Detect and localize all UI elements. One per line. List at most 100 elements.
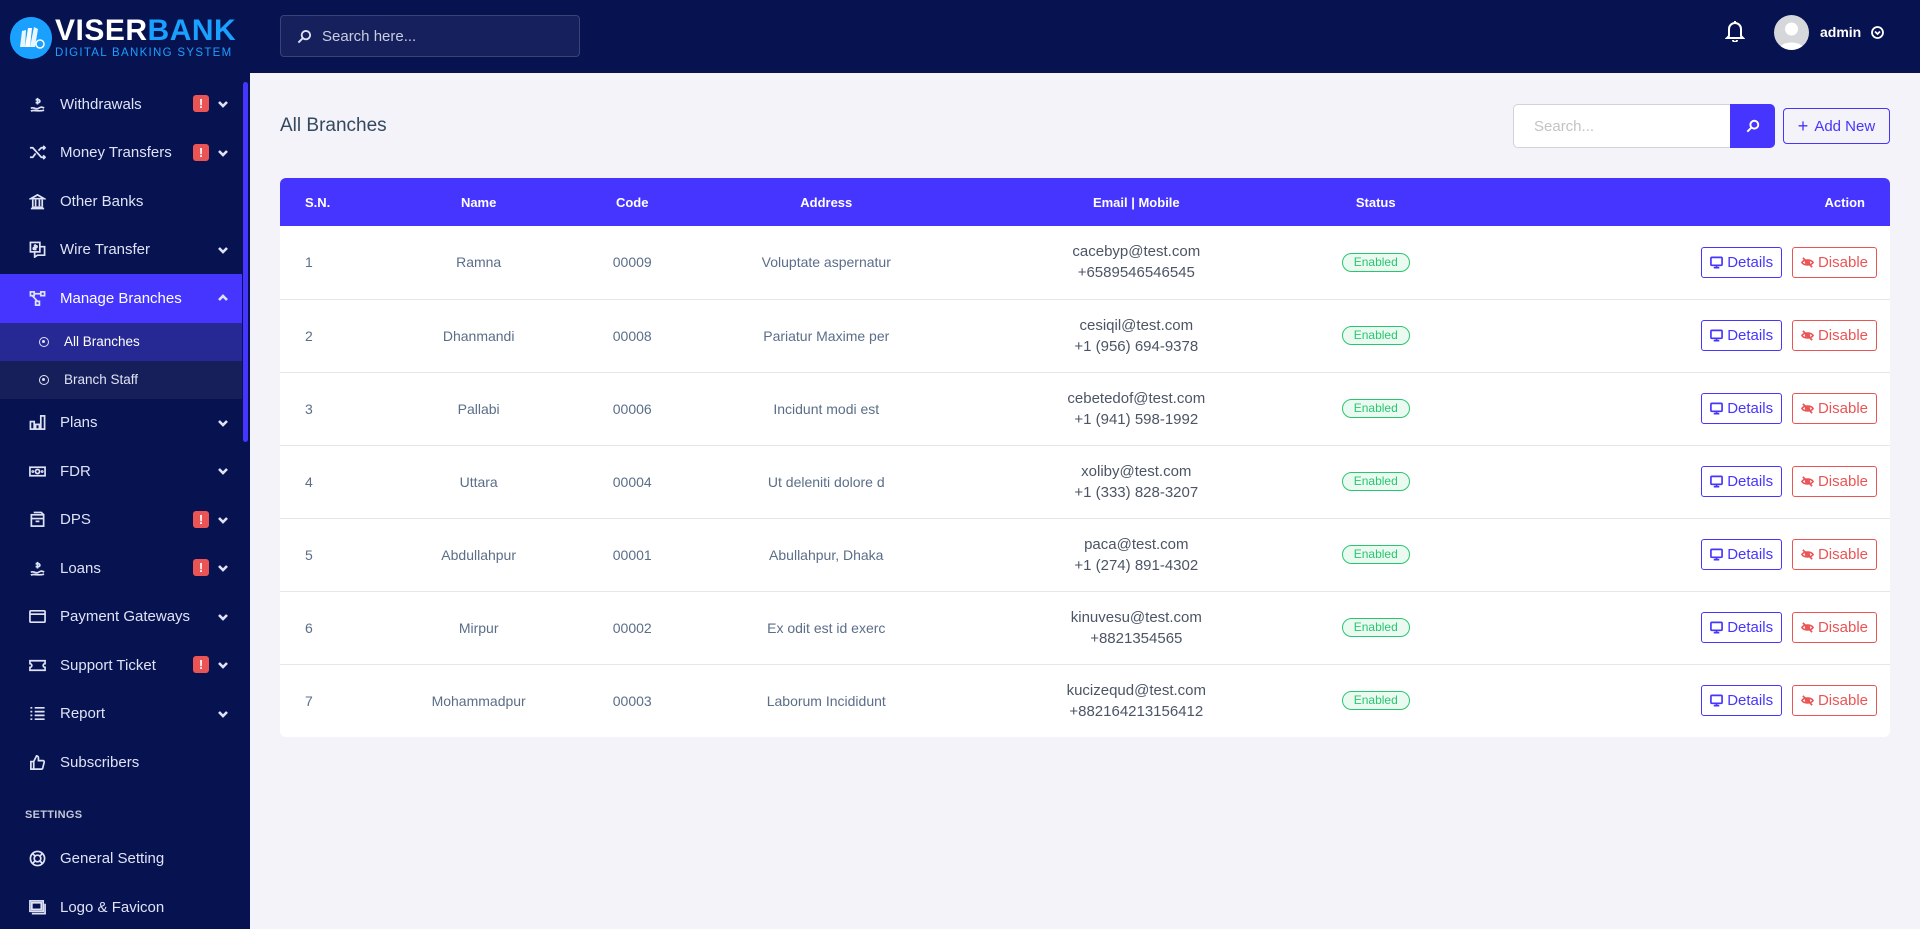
sidebar-subitem-branch-staff[interactable]: Branch Staff: [0, 360, 242, 399]
sidebar-item-label: Withdrawals: [60, 95, 142, 113]
thumbs-up-icon: [28, 753, 46, 771]
cell-mobile: +1 (956) 694-9378: [1074, 337, 1199, 355]
chevron-down-icon: [218, 447, 228, 496]
sidebar-item-payment-gateways[interactable]: Payment Gateways: [0, 593, 242, 642]
details-button[interactable]: Details: [1701, 612, 1783, 643]
chevron-down-icon: [218, 226, 228, 275]
sidebar-item-label: Logo & Favicon: [60, 898, 165, 916]
sidebar-item-plans[interactable]: Plans: [0, 399, 242, 448]
disable-label: Disable: [1817, 327, 1868, 344]
disable-button[interactable]: Disable: [1791, 320, 1877, 351]
status-badge: Enabled: [1341, 472, 1410, 491]
sidebar-item-report[interactable]: Report: [0, 690, 242, 739]
sidebar-item-label: FDR: [60, 462, 91, 480]
chevron-down-icon: [218, 593, 228, 642]
cell-address: Incidunt modi est: [773, 400, 880, 417]
branch-search-input[interactable]: [1534, 117, 1714, 135]
cell-name: Dhanmandi: [442, 327, 515, 344]
cell-sn: 1: [305, 254, 313, 271]
hand-dollar-icon: [28, 95, 46, 113]
bar-chart-icon: [28, 414, 46, 432]
user-avatar[interactable]: [1774, 15, 1809, 50]
details-button[interactable]: Details: [1701, 466, 1783, 497]
details-button[interactable]: Details: [1701, 320, 1783, 351]
desktop-icon: [1710, 621, 1724, 634]
sidebar-subitem-label: Branch Staff: [64, 372, 139, 387]
details-button[interactable]: Details: [1701, 246, 1783, 278]
branch-search[interactable]: [1513, 104, 1731, 148]
cell-mobile: +882164213156412: [1069, 702, 1204, 720]
disable-label: Disable: [1817, 400, 1868, 417]
cell-name: Uttara: [459, 473, 498, 490]
sidebar-item-subscribers[interactable]: Subscribers: [0, 738, 242, 787]
cell-contact: cebetedof@test.com +1 (941) 598-1992: [975, 372, 1297, 445]
alert-badge: !: [193, 656, 209, 673]
details-button[interactable]: Details: [1701, 539, 1783, 570]
details-button[interactable]: Details: [1701, 393, 1783, 424]
sidebar-item-fdr[interactable]: FDR: [0, 447, 242, 496]
details-label: Details: [1727, 253, 1774, 271]
desktop-icon: [1710, 475, 1724, 488]
sidebar-item-general-setting[interactable]: General Setting: [0, 835, 242, 884]
disable-button[interactable]: Disable: [1791, 466, 1877, 497]
sidebar-item-label: Support Ticket: [60, 656, 156, 674]
column-header-email-mobile: Email | Mobile: [1092, 194, 1180, 210]
cell-status: Enabled: [1297, 664, 1454, 737]
cell-address: Pariatur Maxime per: [763, 327, 890, 344]
sidebar-item-manage-branches[interactable]: Manage Branches: [0, 274, 242, 323]
credit-card-icon: [28, 608, 46, 626]
logo-subtitle: DIGITAL BANKING SYSTEM: [55, 46, 233, 59]
sidebar-item-label: Report: [60, 705, 106, 723]
notification-bell-icon[interactable]: [1724, 20, 1746, 44]
sidebar-item-label: Money Transfers: [60, 144, 172, 162]
sidebar-item-label: Subscribers: [60, 753, 140, 771]
sidebar-item-label: Plans: [60, 414, 98, 432]
sidebar-item-label: Payment Gateways: [60, 608, 191, 626]
sidebar-scrollbar[interactable]: [243, 82, 248, 442]
disable-button[interactable]: Disable: [1791, 539, 1877, 570]
search-icon: [1746, 119, 1759, 133]
sidebar-subitem-all-branches[interactable]: All Branches: [0, 322, 242, 361]
disable-button[interactable]: Disable: [1791, 393, 1877, 424]
cell-status: Enabled: [1297, 445, 1454, 518]
sidebar-item-dps[interactable]: DPS !: [0, 496, 242, 545]
cell-contact: kucizequd@test.com +882164213156412: [975, 664, 1297, 737]
global-search-input[interactable]: [322, 27, 562, 45]
user-name[interactable]: admin: [1820, 24, 1861, 40]
cell-actions: Details Disable: [1454, 226, 1890, 299]
chevron-circle-down-icon[interactable]: [1871, 26, 1884, 39]
details-label: Details: [1727, 619, 1774, 636]
sidebar-item-other-banks[interactable]: Other Banks: [0, 177, 242, 226]
global-search[interactable]: [280, 15, 580, 57]
status-badge: Enabled: [1341, 399, 1410, 418]
cell-mobile: +6589546546545: [1077, 264, 1195, 282]
sidebar-menu: Withdrawals ! Money Transfers ! Other Ba…: [0, 80, 242, 929]
chevron-down-icon: [218, 641, 228, 690]
status-badge: Enabled: [1341, 326, 1410, 345]
chevron-down-icon: [218, 544, 228, 593]
cell-contact: kinuvesu@test.com +8821354565: [975, 591, 1297, 664]
sidebar-item-label: DPS: [60, 511, 91, 529]
sidebar-item-loans[interactable]: Loans !: [0, 544, 242, 593]
eye-slash-icon: [1800, 257, 1814, 268]
alert-badge: !: [193, 510, 209, 528]
cell-code: 00004: [612, 473, 652, 490]
logo[interactable]: VISERBANK DIGITAL BANKING SYSTEM: [0, 0, 250, 75]
sidebar-item-label: Loans: [60, 559, 101, 577]
branch-search-button[interactable]: [1730, 104, 1775, 148]
cell-code: 00008: [612, 327, 652, 344]
sidebar-item-money-transfers[interactable]: Money Transfers !: [0, 129, 242, 178]
sidebar-item-withdrawals[interactable]: Withdrawals !: [0, 80, 242, 129]
cell-address: Laborum Incididunt: [766, 692, 886, 709]
disable-button[interactable]: Disable: [1791, 612, 1877, 643]
sidebar-item-wire-transfer[interactable]: Wire Transfer: [0, 226, 242, 275]
cell-sn: 4: [305, 473, 313, 490]
status-badge: Enabled: [1341, 691, 1410, 711]
add-new-button[interactable]: + Add New: [1783, 108, 1890, 144]
details-button[interactable]: Details: [1701, 685, 1783, 717]
sidebar-item-support-ticket[interactable]: Support Ticket !: [0, 641, 242, 690]
sidebar-item-logo-favicon[interactable]: Logo & Favicon: [0, 883, 242, 929]
disable-button[interactable]: Disable: [1791, 246, 1877, 278]
disable-button[interactable]: Disable: [1791, 685, 1877, 717]
column-header-sn: S.N.: [305, 194, 331, 210]
